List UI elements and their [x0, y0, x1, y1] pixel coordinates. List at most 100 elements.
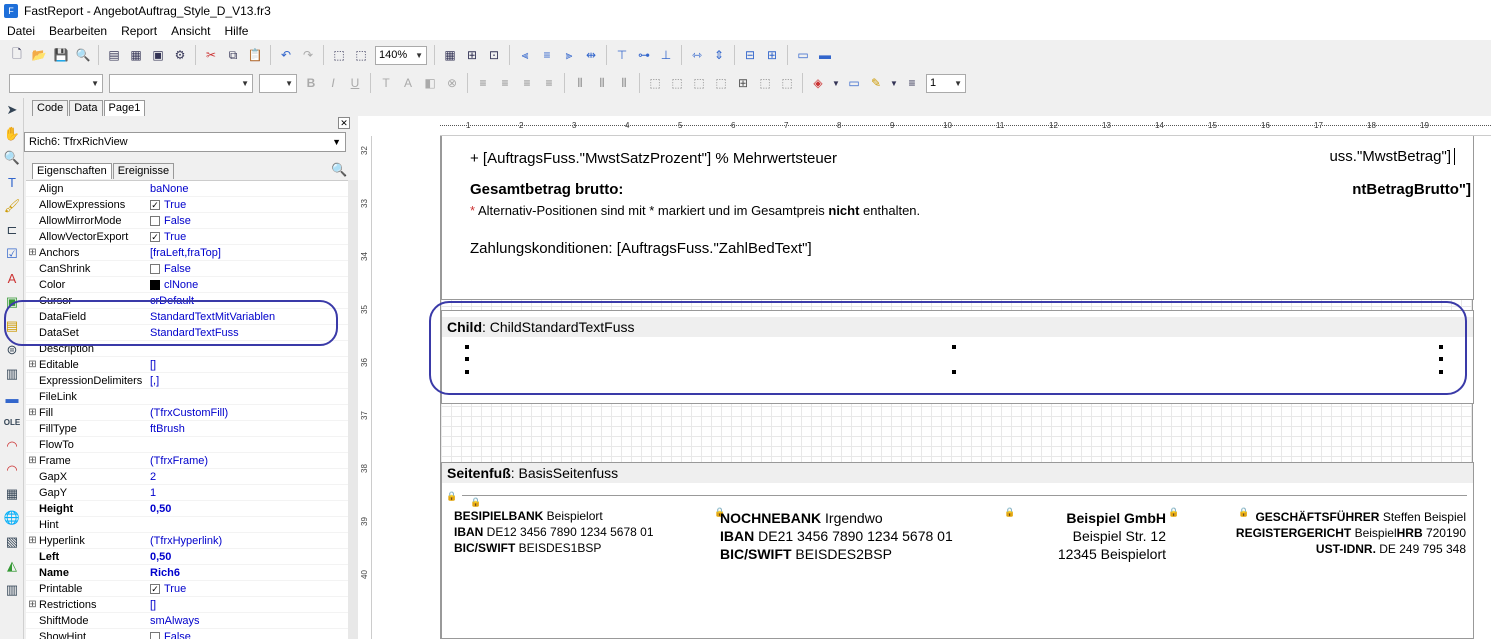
- company-block[interactable]: Beispiel GmbH Beispiel Str. 12 12345 Bei…: [1032, 509, 1166, 563]
- gesamt-betrag[interactable]: ntBetragBrutto"]: [1352, 181, 1471, 198]
- checkbox-object-icon[interactable]: ☑: [0, 242, 24, 266]
- property-row[interactable]: ExpressionDelimiters [,]: [26, 373, 348, 389]
- totals-band[interactable]: + [AuftragsFuss."MwstSatzProzent"] % Meh…: [441, 136, 1474, 300]
- diagram-shapes-icon[interactable]: ◭: [0, 554, 24, 578]
- select-tool-icon[interactable]: ➤: [0, 98, 24, 122]
- gauge2-icon[interactable]: ◠: [0, 458, 24, 482]
- menu-ansicht[interactable]: Ansicht: [164, 24, 217, 38]
- property-value[interactable]: ✓ True: [148, 231, 348, 243]
- property-row[interactable]: AllowMirrorMode False: [26, 213, 348, 229]
- property-value[interactable]: 1: [148, 487, 348, 499]
- align-right-icon[interactable]: ⫸: [560, 46, 578, 64]
- expand-plus-icon[interactable]: ⊞: [26, 599, 39, 610]
- checkbox-icon[interactable]: [150, 215, 160, 226]
- property-value[interactable]: (TfrxFrame): [148, 455, 348, 467]
- frame-top-icon[interactable]: ⬚: [646, 74, 664, 92]
- valign-middle-icon[interactable]: ⦀: [593, 74, 611, 92]
- property-value[interactable]: 2: [148, 471, 348, 483]
- align-middle-icon[interactable]: ⊶: [635, 46, 653, 64]
- show-grid-icon[interactable]: ▦: [441, 46, 459, 64]
- mwst-line[interactable]: + [AuftragsFuss."MwstSatzProzent"] % Meh…: [470, 150, 837, 167]
- checkbox-icon[interactable]: ✓: [150, 231, 160, 242]
- text-tool-icon[interactable]: T: [0, 170, 24, 194]
- property-row[interactable]: ⊞ Hyperlink (TfrxHyperlink): [26, 533, 348, 549]
- property-value[interactable]: Rich6: [148, 567, 348, 579]
- property-row[interactable]: FlowTo: [26, 437, 348, 453]
- fill-color-icon[interactable]: ◈: [809, 74, 827, 92]
- tab-eigenschaften[interactable]: Eigenschaften: [32, 163, 112, 179]
- center-horz-icon[interactable]: ⇿: [688, 46, 706, 64]
- checkbox-icon[interactable]: ✓: [150, 199, 160, 210]
- property-row[interactable]: FillType ftBrush: [26, 421, 348, 437]
- group-icon[interactable]: ⬚: [330, 46, 348, 64]
- property-row[interactable]: GapY 1: [26, 485, 348, 501]
- cut-icon[interactable]: ✂: [202, 46, 220, 64]
- expand-plus-icon[interactable]: ⊞: [26, 535, 39, 546]
- property-value[interactable]: 0,50: [148, 503, 348, 515]
- font-name-combo[interactable]: ▼: [109, 73, 253, 93]
- expand-plus-icon[interactable]: ⊞: [26, 455, 39, 466]
- valign-top-icon[interactable]: ⦀: [571, 74, 589, 92]
- highlight-icon[interactable]: ◧: [421, 74, 439, 92]
- align-center-h-icon[interactable]: ≡: [538, 46, 556, 64]
- legal-block[interactable]: GESCHÄFTSFÜHRER Steffen Beispiel REGISTE…: [1222, 509, 1466, 557]
- frame-none-icon[interactable]: ⬚: [756, 74, 774, 92]
- property-value[interactable]: []: [148, 359, 348, 371]
- property-row[interactable]: Printable ✓ True: [26, 581, 348, 597]
- property-row[interactable]: Left 0,50: [26, 549, 348, 565]
- property-row[interactable]: ShiftMode smAlways: [26, 613, 348, 629]
- link-icon[interactable]: ⊗: [443, 74, 461, 92]
- line-width-combo[interactable]: 1 ▼: [926, 73, 966, 93]
- ole-object-icon[interactable]: OLE: [0, 410, 24, 434]
- fit-to-grid-icon[interactable]: ⊡: [485, 46, 503, 64]
- checkbox-icon[interactable]: ✓: [150, 583, 160, 594]
- redo-icon[interactable]: ↷: [299, 46, 317, 64]
- property-row[interactable]: CanShrink False: [26, 261, 348, 277]
- frame-bottom-icon[interactable]: ⬚: [668, 74, 686, 92]
- align-top-icon[interactable]: ⊤: [613, 46, 631, 64]
- property-row[interactable]: Height 0,50: [26, 501, 348, 517]
- expand-plus-icon[interactable]: ⊞: [26, 359, 39, 370]
- property-row[interactable]: FileLink: [26, 389, 348, 405]
- expand-plus-icon[interactable]: ⊞: [26, 247, 39, 258]
- property-row[interactable]: ⊞ Restrictions []: [26, 597, 348, 613]
- text-align-left-icon[interactable]: ≡: [474, 74, 492, 92]
- search-icon[interactable]: 🔍: [331, 162, 347, 178]
- preview-icon[interactable]: 🔍: [74, 46, 92, 64]
- band-tool-icon[interactable]: ⊏: [0, 218, 24, 242]
- shape-icon[interactable]: ▬: [0, 386, 24, 410]
- zoom-tool-icon[interactable]: 🔍: [0, 146, 24, 170]
- chevron-down-icon[interactable]: ▼: [889, 74, 899, 92]
- tab-page1[interactable]: Page1: [103, 100, 146, 116]
- map-object-icon[interactable]: 🌐: [0, 506, 24, 530]
- zahlung-text[interactable]: Zahlungskonditionen: [AuftragsFuss."Zahl…: [470, 240, 812, 257]
- property-value[interactable]: False: [148, 631, 348, 639]
- text-align-center-icon[interactable]: ≡: [496, 74, 514, 92]
- tab-code[interactable]: Code: [32, 100, 69, 116]
- align-bottom-icon[interactable]: ⊥: [657, 46, 675, 64]
- frame-left-icon[interactable]: ⬚: [690, 74, 708, 92]
- ungroup-icon[interactable]: ⬚: [352, 46, 370, 64]
- property-row[interactable]: Align baNone: [26, 181, 348, 197]
- line-style-icon[interactable]: ≡: [903, 74, 921, 92]
- property-value[interactable]: ftBrush: [148, 423, 348, 435]
- frame-shadow-icon[interactable]: ⬚: [778, 74, 796, 92]
- checkbox-icon[interactable]: [150, 263, 160, 274]
- property-value[interactable]: False: [148, 215, 348, 227]
- space-horz-icon[interactable]: ⇹: [582, 46, 600, 64]
- property-value[interactable]: False: [148, 263, 348, 275]
- save-icon[interactable]: 💾: [52, 46, 70, 64]
- mwst-betrag[interactable]: uss."MwstBetrag"]: [1329, 148, 1455, 165]
- alternativ-text[interactable]: * Alternativ-Positionen sind mit * marki…: [470, 203, 920, 218]
- new-file-icon[interactable]: 🗋: [8, 46, 26, 64]
- property-row[interactable]: ⊞ Fill (TfrxCustomFill): [26, 405, 348, 421]
- table-object-icon[interactable]: ▦: [0, 482, 24, 506]
- zoom-combo[interactable]: 140% ▼: [375, 45, 427, 65]
- paste-icon[interactable]: 📋: [246, 46, 264, 64]
- bold-icon[interactable]: B: [302, 74, 320, 92]
- expand-plus-icon[interactable]: ⊞: [26, 407, 39, 418]
- bank1-block[interactable]: BESIPIELBANK Beispielort IBAN DE12 3456 …: [454, 508, 654, 556]
- valign-bottom-icon[interactable]: ⦀: [615, 74, 633, 92]
- chevron-down-icon[interactable]: ▼: [831, 74, 841, 92]
- text-rotation-icon[interactable]: T: [377, 74, 395, 92]
